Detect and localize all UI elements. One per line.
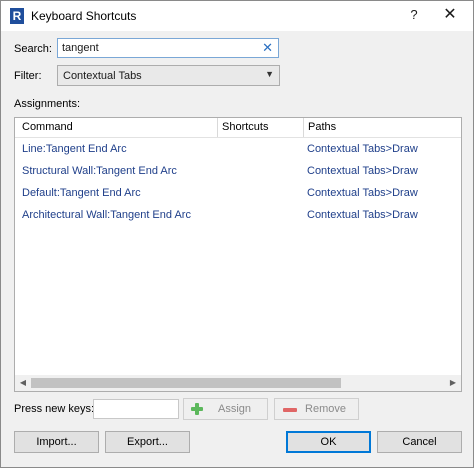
- command-cell: Line:Tangent End Arc: [22, 143, 127, 155]
- table-row[interactable]: Architectural Wall:Tangent End Arc Conte…: [15, 206, 461, 226]
- column-divider[interactable]: [303, 118, 304, 137]
- scroll-left-icon[interactable]: ◀: [16, 377, 30, 389]
- press-new-keys-label: Press new keys:: [14, 403, 95, 415]
- column-header-paths[interactable]: Paths: [308, 121, 336, 133]
- path-cell: Contextual Tabs>Draw: [307, 187, 418, 199]
- filter-value: Contextual Tabs: [63, 70, 142, 82]
- path-cell: Contextual Tabs>Draw: [307, 209, 418, 221]
- command-cell: Default:Tangent End Arc: [22, 187, 141, 199]
- horizontal-scrollbar[interactable]: ◀ ▶: [15, 375, 461, 391]
- table-row[interactable]: Line:Tangent End Arc Contextual Tabs>Dra…: [15, 140, 461, 160]
- cancel-button[interactable]: Cancel: [377, 431, 462, 453]
- remove-button[interactable]: Remove: [274, 398, 359, 420]
- chevron-down-icon: ▼: [265, 69, 274, 79]
- column-header-command[interactable]: Command: [22, 121, 73, 133]
- plus-icon: [191, 403, 203, 415]
- help-button[interactable]: ?: [406, 6, 422, 24]
- assign-label: Assign: [217, 403, 252, 415]
- assignments-label: Assignments:: [14, 98, 81, 110]
- path-cell: Contextual Tabs>Draw: [307, 143, 418, 155]
- search-value: tangent: [62, 42, 99, 54]
- path-cell: Contextual Tabs>Draw: [307, 165, 418, 177]
- filter-select[interactable]: Contextual Tabs ▼: [57, 65, 280, 86]
- assignments-table: Command Shortcuts Paths Line:Tangent End…: [14, 117, 462, 392]
- scroll-right-icon[interactable]: ▶: [446, 377, 460, 389]
- window-title: Keyboard Shortcuts: [31, 9, 137, 23]
- table-row[interactable]: Structural Wall:Tangent End Arc Contextu…: [15, 162, 461, 182]
- keyboard-shortcuts-dialog: R Keyboard Shortcuts ? ✕ Search: tangent…: [0, 0, 474, 468]
- export-button[interactable]: Export...: [105, 431, 190, 453]
- search-input[interactable]: tangent ✕: [57, 38, 279, 58]
- scrollbar-thumb[interactable]: [31, 378, 341, 388]
- remove-label: Remove: [305, 403, 346, 415]
- clear-search-icon[interactable]: ✕: [262, 40, 273, 56]
- command-cell: Structural Wall:Tangent End Arc: [22, 165, 177, 177]
- filter-label: Filter:: [14, 70, 42, 82]
- minus-icon: [283, 408, 297, 412]
- column-divider[interactable]: [217, 118, 218, 137]
- title-bar: R Keyboard Shortcuts ? ✕: [1, 1, 473, 31]
- table-row[interactable]: Default:Tangent End Arc Contextual Tabs>…: [15, 184, 461, 204]
- column-header-shortcuts[interactable]: Shortcuts: [222, 121, 268, 133]
- close-button[interactable]: ✕: [441, 6, 459, 24]
- search-label: Search:: [14, 43, 52, 55]
- revit-app-icon: R: [10, 8, 24, 24]
- press-new-keys-input[interactable]: [93, 399, 179, 419]
- assign-button[interactable]: Assign: [183, 398, 268, 420]
- command-cell: Architectural Wall:Tangent End Arc: [22, 209, 191, 221]
- ok-button[interactable]: OK: [286, 431, 371, 453]
- import-button[interactable]: Import...: [14, 431, 99, 453]
- table-header: Command Shortcuts Paths: [15, 118, 461, 138]
